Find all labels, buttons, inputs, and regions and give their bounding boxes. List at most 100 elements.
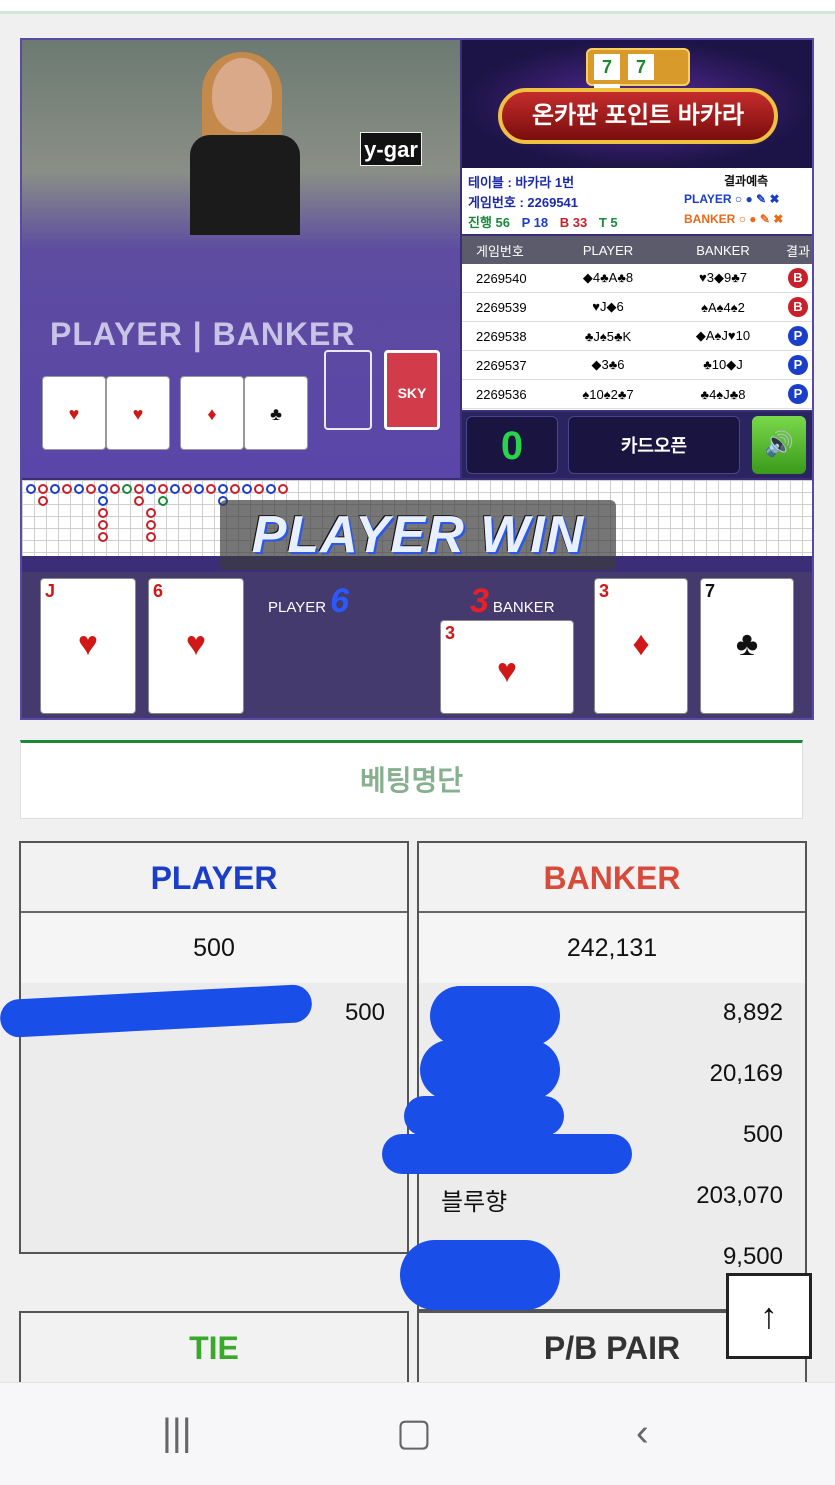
road-bead	[98, 508, 108, 518]
road-bead	[206, 484, 216, 494]
predict-player[interactable]: PLAYER ○ ● ✎ ✖	[684, 192, 780, 206]
card-shoe: SKY	[384, 350, 440, 430]
road-bead	[158, 496, 168, 506]
road-bead	[98, 496, 108, 506]
result-badge: P	[788, 326, 808, 346]
recent-apps-icon[interactable]: |||	[162, 1413, 192, 1453]
video-card: ♦	[180, 376, 244, 450]
live-video: y-gar PLAYER | BANKER ♥ ♥ ♦ ♣ SKY	[22, 40, 460, 478]
countdown-display: 0	[466, 416, 558, 474]
card-slot	[324, 350, 372, 430]
banker-bets-total: 242,131	[419, 913, 805, 983]
road-bead	[182, 484, 192, 494]
road-bead	[170, 484, 180, 494]
player-score: PLAYER 6	[268, 582, 350, 620]
road-bead	[146, 532, 156, 542]
card-open-button[interactable]: 카드오픈	[568, 416, 740, 474]
history-row: 2269539 ♥J◆6 ♠A♠4♠2 B	[462, 293, 812, 322]
player-bets-column: PLAYER 500 500	[19, 841, 409, 1254]
table-name: 테이블 : 바카라 1번	[468, 175, 575, 190]
predict-label: 결과예측	[724, 174, 769, 188]
dealer-face	[212, 58, 272, 132]
home-icon[interactable]: ▢	[396, 1413, 432, 1453]
history-table: 게임번호 PLAYER BANKER 결과 2269540 ◆4♣A♣8 ♥3◆…	[462, 236, 812, 410]
road-bead	[98, 520, 108, 530]
result-badge: B	[788, 297, 808, 317]
history-row: 2269536 ♠10♠2♣7 ♣4♠J♣8 P	[462, 380, 812, 409]
predict-icons[interactable]: ○ ● ✎ ✖	[735, 192, 780, 206]
page: y-gar PLAYER | BANKER ♥ ♥ ♦ ♣ SKY 777 온카…	[0, 0, 835, 1485]
road-bead	[278, 484, 288, 494]
result-badge: P	[788, 355, 808, 375]
game-number: 게임번호 : 2269541	[468, 195, 579, 210]
redaction-scribble	[400, 1240, 560, 1310]
road-bead	[38, 496, 48, 506]
game-progress: 진행 56 P 18 B 33 T 5	[468, 215, 618, 230]
road-bead	[62, 484, 72, 494]
road-bead	[38, 484, 48, 494]
player-card: 6 ♥	[148, 578, 244, 714]
back-icon[interactable]: ‹	[636, 1413, 649, 1453]
game-info: 테이블 : 바카라 1번 게임번호 : 2269541 진행 56 P 18 B…	[462, 168, 812, 234]
scroll-to-top-button[interactable]: ↑	[726, 1273, 812, 1359]
betting-list-tab[interactable]: 베팅명단	[20, 740, 803, 819]
road-bead	[26, 484, 36, 494]
road-bead	[110, 484, 120, 494]
road-bead	[254, 484, 264, 494]
game-banner: 777 온카판 포인트 바카라	[462, 40, 812, 168]
history-header: 게임번호 PLAYER BANKER 결과	[462, 236, 812, 264]
road-bead	[230, 484, 240, 494]
road-bead	[86, 484, 96, 494]
baccarat-game: y-gar PLAYER | BANKER ♥ ♥ ♦ ♣ SKY 777 온카…	[20, 38, 814, 720]
dealer-body	[190, 135, 300, 235]
redaction-scribble	[420, 1040, 560, 1100]
redaction-scribble	[430, 986, 560, 1046]
video-card: ♥	[42, 376, 106, 450]
road-bead	[146, 508, 156, 518]
road-bead	[122, 484, 132, 494]
tie-bets-title: TIE	[21, 1313, 407, 1383]
road-bead	[74, 484, 84, 494]
result-badge: B	[788, 268, 808, 288]
bet-entry: 블루향 203,070	[441, 1182, 783, 1216]
player-card: J ♥	[40, 578, 136, 714]
win-banner: PLAYER WIN	[220, 500, 616, 570]
road-bead	[98, 532, 108, 542]
road-bead	[134, 496, 144, 506]
redaction-scribble	[382, 1134, 632, 1174]
banker-bets-title: BANKER	[419, 843, 805, 913]
video-card: ♣	[244, 376, 308, 450]
road-bead	[242, 484, 252, 494]
game-controls: 0 카드오픈 🔊	[462, 412, 812, 478]
slot-icon: 777	[586, 48, 690, 110]
redaction-scribble	[404, 1096, 564, 1136]
road-bead	[158, 484, 168, 494]
predict-banker[interactable]: BANKER ○ ● ✎ ✖	[684, 212, 783, 226]
system-nav-bar: ||| ▢ ‹	[0, 1382, 835, 1485]
speaker-icon[interactable]: 🔊	[752, 416, 806, 474]
banker-card: 7 ♣	[700, 578, 794, 714]
result-badge: P	[788, 384, 808, 404]
road-bead	[146, 484, 156, 494]
tie-bets-column: TIE	[19, 1311, 409, 1391]
video-overlay-label: y-gar	[360, 132, 422, 166]
table-label: PLAYER | BANKER	[50, 316, 356, 352]
road-bead	[218, 484, 228, 494]
road-bead	[98, 484, 108, 494]
video-card: ♥	[106, 376, 170, 450]
banner-title: 온카판 포인트 바카라	[498, 88, 778, 144]
road-bead	[194, 484, 204, 494]
top-bar	[0, 0, 835, 14]
result-panel: J ♥ 6 ♥ PLAYER 6 3 BANKER 3 ♥ 3 ♦ 7 ♣	[22, 572, 812, 718]
road-bead	[134, 484, 144, 494]
road-bead	[146, 520, 156, 530]
history-row: 2269538 ♣J♠5♣K ◆A♠J♥10 P	[462, 322, 812, 351]
banker-card: 3 ♥	[440, 620, 574, 714]
history-row: 2269537 ◆3♣6 ♣10◆J P	[462, 351, 812, 380]
banker-score: 3 BANKER	[470, 582, 555, 620]
road-bead	[266, 484, 276, 494]
predict-icons[interactable]: ○ ● ✎ ✖	[739, 212, 784, 226]
player-bets-total: 500	[21, 913, 407, 983]
history-row: 2269540 ◆4♣A♣8 ♥3◆9♣7 B	[462, 264, 812, 293]
banker-card: 3 ♦	[594, 578, 688, 714]
